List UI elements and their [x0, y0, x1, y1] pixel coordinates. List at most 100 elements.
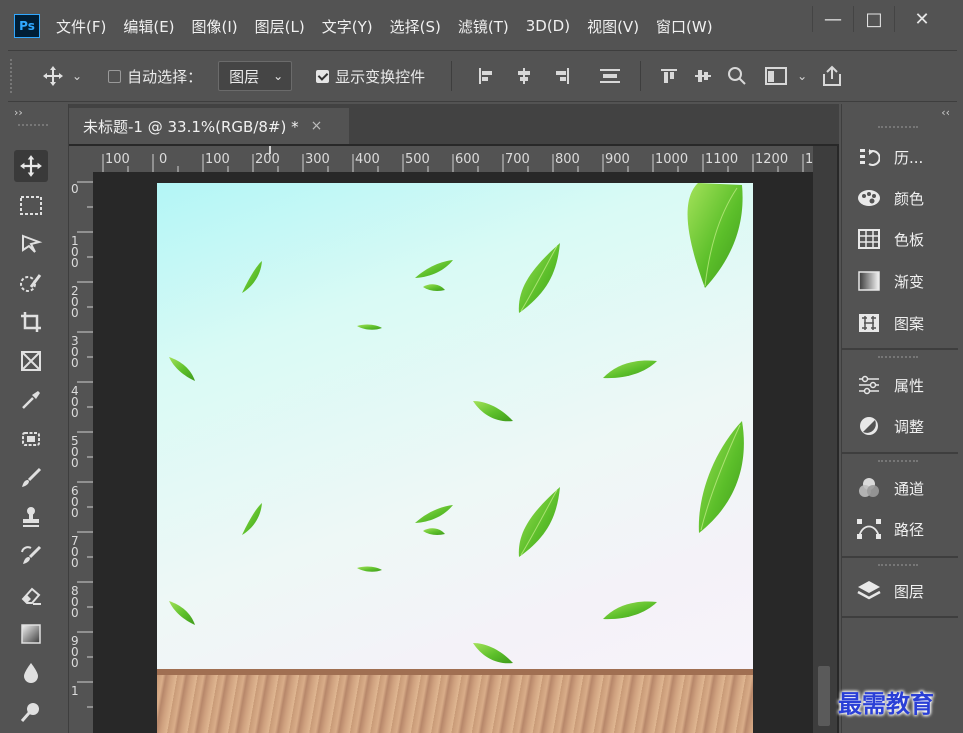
- panel-patterns[interactable]: 图案: [856, 312, 924, 334]
- wooden-floor: [157, 675, 753, 733]
- leaf: [473, 643, 513, 664]
- panel-paths-label: 路径: [894, 520, 925, 539]
- auto-select-target-dropdown[interactable]: 图层 ⌄: [218, 61, 293, 91]
- chevron-down-icon: ⌄: [273, 69, 284, 83]
- distribute-icon[interactable]: [598, 66, 622, 86]
- panel-group-grip[interactable]: [878, 564, 918, 569]
- ruler-label: 300: [71, 334, 79, 370]
- panel-gradients[interactable]: 渐变: [856, 270, 924, 292]
- menu-edit[interactable]: 编辑(E): [123, 16, 174, 37]
- ruler-label: 800: [555, 152, 580, 167]
- close-icon[interactable]: ×: [311, 118, 323, 134]
- menu-view[interactable]: 视图(V): [587, 16, 639, 37]
- menu-type[interactable]: 文字(Y): [322, 16, 373, 37]
- ruler-label: 500: [405, 152, 430, 167]
- blur-tool-icon[interactable]: [14, 657, 48, 689]
- frame-tool-icon[interactable]: [14, 345, 48, 377]
- horizontal-ruler[interactable]: 100 0 100 200 300 400 500 600 700 800 90…: [93, 146, 813, 172]
- eraser-tool-icon[interactable]: [14, 579, 48, 611]
- options-bar-grip[interactable]: [10, 59, 16, 93]
- dodge-tool-icon[interactable]: [14, 696, 48, 728]
- marquee-tool-icon[interactable]: [14, 190, 48, 222]
- panel-group-grip[interactable]: [878, 126, 918, 131]
- menu-3d[interactable]: 3D(D): [526, 17, 570, 35]
- panel-paths[interactable]: 路径: [856, 518, 924, 540]
- document-tab-title: 未标题-1 @ 33.1%(RGB/8#) *: [83, 117, 299, 136]
- search-icon[interactable]: [727, 66, 747, 86]
- close-button[interactable]: ✕: [894, 6, 949, 32]
- ruler-label: 900: [605, 152, 630, 167]
- panel-group-grip[interactable]: [878, 460, 918, 465]
- menu-window[interactable]: 窗口(W): [656, 16, 713, 37]
- crop-tool-icon[interactable]: [14, 306, 48, 338]
- ruler-label: 900: [71, 634, 79, 670]
- minimize-button[interactable]: —: [812, 6, 853, 32]
- ruler-label: 0: [71, 182, 79, 196]
- show-transform-checkbox[interactable]: [316, 69, 330, 83]
- brush-tool-icon[interactable]: [14, 462, 48, 494]
- panel-group-grip[interactable]: [878, 356, 918, 361]
- lasso-tool-icon[interactable]: [14, 228, 48, 260]
- align-right-icon[interactable]: [552, 66, 572, 86]
- menu-file[interactable]: 文件(F): [56, 16, 106, 37]
- panel-channels[interactable]: 通道: [856, 477, 924, 499]
- align-left-icon[interactable]: [476, 66, 496, 86]
- clone-stamp-tool-icon[interactable]: [14, 501, 48, 533]
- gradient-icon: [856, 270, 882, 292]
- vertical-ruler[interactable]: 0 100 200 300 400 500 600 700 800 900 1: [69, 172, 93, 733]
- document-canvas[interactable]: [157, 183, 753, 733]
- leaf: [242, 503, 262, 535]
- menu-image[interactable]: 图像(I): [192, 16, 238, 37]
- watermark-text: 最需教育: [838, 689, 934, 718]
- leaf: [603, 360, 657, 379]
- ruler-label: 700: [71, 534, 79, 570]
- show-transform-label: 显示变换控件: [335, 67, 426, 86]
- panel-adjustments-label: 调整: [894, 417, 925, 436]
- options-bar: ⌄ 自动选择： 图层 ⌄ 显示变换控件 ⌄: [8, 50, 957, 102]
- document-tab[interactable]: 未标题-1 @ 33.1%(RGB/8#) * ×: [69, 108, 349, 144]
- panel-history[interactable]: 历...: [856, 146, 923, 168]
- panel-dock: ‹‹ 历... 颜色 色板 渐变 图案 属性 调整 通道 路径 图层: [841, 104, 958, 733]
- restore-button[interactable]: □: [853, 6, 894, 32]
- document-tab-bar: 未标题-1 @ 33.1%(RGB/8#) * ×: [69, 104, 839, 144]
- panel-layers-label: 图层: [894, 582, 925, 601]
- align-horizontal-center-icon[interactable]: [514, 66, 534, 86]
- leaf: [698, 421, 744, 533]
- auto-select-checkbox[interactable]: [108, 69, 122, 83]
- move-tool-icon[interactable]: [14, 150, 48, 182]
- properties-icon: [856, 374, 882, 396]
- chevron-down-icon[interactable]: ⌄: [72, 69, 82, 83]
- vertical-scrollbar[interactable]: [813, 146, 837, 733]
- workspace-icon[interactable]: [765, 67, 788, 85]
- channels-icon: [856, 477, 882, 499]
- history-brush-tool-icon[interactable]: [14, 540, 48, 572]
- menu-filter[interactable]: 滤镜(T): [458, 16, 509, 37]
- collapse-toolbar-icon[interactable]: ››: [14, 106, 23, 119]
- align-vertical-center-icon[interactable]: [693, 66, 713, 86]
- panel-color[interactable]: 颜色: [856, 187, 924, 209]
- eyedropper-tool-icon[interactable]: [14, 384, 48, 416]
- panel-group-divider: [842, 556, 958, 558]
- ruler-label: 400: [355, 152, 380, 167]
- chevron-down-icon[interactable]: ⌄: [797, 69, 807, 83]
- swatches-icon: [856, 228, 882, 250]
- photoshop-window: Ps 文件(F) 编辑(E) 图像(I) 图层(L) 文字(Y) 选择(S) 滤…: [0, 0, 963, 733]
- panel-patterns-label: 图案: [894, 314, 925, 333]
- healing-brush-tool-icon[interactable]: [14, 423, 48, 455]
- toolbar-grip[interactable]: [18, 124, 48, 129]
- align-top-icon[interactable]: [659, 66, 679, 86]
- panel-adjustments[interactable]: 调整: [856, 415, 924, 437]
- menu-select[interactable]: 选择(S): [390, 16, 441, 37]
- panel-group-divider: [842, 452, 958, 454]
- share-icon[interactable]: [821, 65, 843, 87]
- collapse-panels-icon[interactable]: ‹‹: [941, 106, 950, 119]
- panel-swatches[interactable]: 色板: [856, 228, 924, 250]
- move-tool-preset-icon[interactable]: [42, 65, 64, 87]
- layers-icon: [856, 580, 882, 602]
- panel-properties[interactable]: 属性: [856, 374, 924, 396]
- gradient-tool-icon[interactable]: [14, 618, 48, 650]
- menu-layer[interactable]: 图层(L): [255, 16, 305, 37]
- scrollbar-thumb[interactable]: [818, 666, 830, 726]
- quick-select-tool-icon[interactable]: [14, 267, 48, 299]
- panel-layers[interactable]: 图层: [856, 580, 924, 602]
